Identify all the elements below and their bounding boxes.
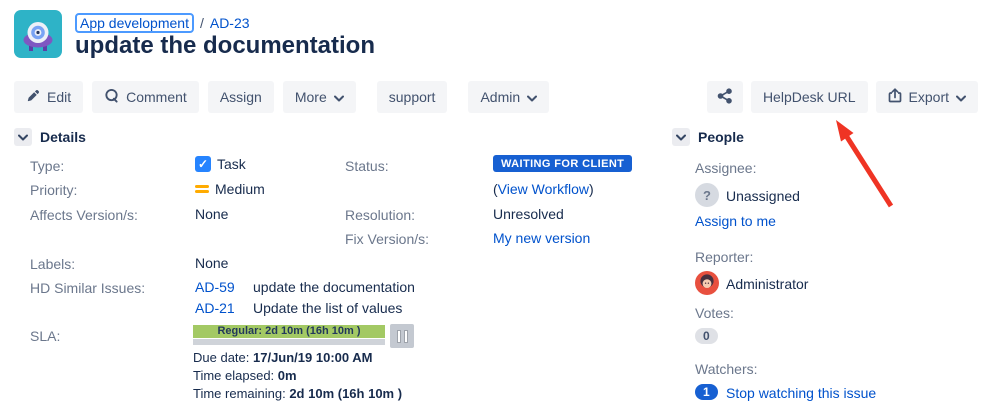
priority-value: Medium [195, 181, 265, 197]
reporter-avatar [695, 271, 719, 300]
export-button[interactable]: Export [876, 81, 978, 113]
priority-label: Priority: [30, 182, 77, 198]
comment-button-label: Comment [126, 89, 187, 105]
priority-value-text: Medium [215, 181, 265, 197]
due-date-value: 17/Jun/19 10:00 AM [253, 350, 372, 365]
collapse-people-button[interactable] [672, 128, 690, 146]
details-section-title: Details [40, 129, 86, 145]
reporter-value: Administrator [726, 276, 808, 292]
view-workflow: (View Workflow) [493, 181, 594, 197]
task-type-icon: ✓ [195, 156, 211, 172]
type-value: ✓ Task [195, 156, 246, 172]
breadcrumb-project-link[interactable]: App development [75, 13, 194, 33]
admin-button-label: Admin [480, 89, 520, 105]
helpdesk-url-button-label: HelpDesk URL [763, 89, 856, 105]
chevron-down-icon [676, 128, 686, 146]
breadcrumb: App development / AD-23 [75, 13, 250, 33]
resolution-label: Resolution: [345, 207, 415, 223]
similar-issue-key-link[interactable]: AD-21 [195, 300, 235, 316]
helpdesk-url-button[interactable]: HelpDesk URL [751, 81, 868, 113]
time-remaining-value: 2d 10m (16h 10m ) [289, 386, 402, 401]
watchers-count-badge[interactable]: 1 [695, 384, 718, 400]
collapse-details-button[interactable] [14, 128, 32, 146]
export-icon [888, 88, 902, 106]
sla-progress-bar: Regular: 2d 10m (16h 10m ) [193, 325, 385, 338]
edit-button[interactable]: Edit [14, 81, 83, 113]
unassigned-avatar-icon: ? [695, 183, 719, 207]
priority-medium-icon [195, 184, 209, 194]
project-avatar-icon [14, 10, 62, 58]
status-badge: WAITING FOR CLIENT [493, 155, 632, 172]
watchers-label: Watchers: [695, 361, 758, 377]
affects-version-value: None [195, 206, 228, 222]
resolution-value: Unresolved [493, 206, 564, 222]
toolbar-right: HelpDesk URL Export [707, 81, 978, 113]
labels-value: None [195, 255, 228, 271]
stop-watching-link[interactable]: Stop watching this issue [726, 385, 876, 401]
comment-button[interactable]: Comment [92, 81, 199, 113]
pencil-icon [26, 89, 40, 106]
time-elapsed-value: 0m [278, 368, 297, 383]
admin-button[interactable]: Admin [468, 81, 549, 113]
share-button[interactable] [707, 81, 743, 113]
view-workflow-link[interactable]: View Workflow [498, 181, 589, 197]
more-button-label: More [295, 89, 327, 105]
export-button-label: Export [909, 89, 949, 105]
reporter-label: Reporter: [695, 249, 753, 265]
similar-issue-summary: Update the list of values [253, 300, 402, 316]
labels-label: Labels: [30, 256, 75, 272]
assign-to-me-link[interactable]: Assign to me [695, 213, 776, 229]
type-value-text: Task [217, 156, 246, 172]
issue-view-page: App development / AD-23 update the docum… [0, 0, 994, 401]
due-date-row: Due date: 17/Jun/19 10:00 AM [193, 350, 372, 365]
chevron-down-icon [334, 89, 344, 105]
fix-version-link[interactable]: My new version [493, 230, 590, 246]
sla-progress-track [193, 339, 385, 345]
breadcrumb-issue-link[interactable]: AD-23 [210, 15, 250, 31]
edit-button-label: Edit [47, 89, 71, 105]
hd-similar-issues-label: HD Similar Issues: [30, 280, 145, 296]
assignee-value: Unassigned [726, 188, 800, 204]
type-label: Type: [30, 158, 64, 174]
votes-label: Votes: [695, 305, 734, 321]
people-section-title: People [698, 129, 744, 145]
page-title: update the documentation [75, 32, 375, 60]
assign-button-label: Assign [220, 89, 262, 105]
time-elapsed-row: Time elapsed: 0m [193, 368, 297, 383]
details-section-header: Details [14, 128, 86, 146]
votes-count-badge[interactable]: 0 [695, 328, 718, 344]
assign-button[interactable]: Assign [208, 81, 274, 113]
similar-issue-summary: update the documentation [253, 279, 415, 295]
more-button[interactable]: More [283, 81, 356, 113]
support-button[interactable]: support [377, 81, 448, 113]
comment-bubble-icon [104, 88, 119, 106]
sla-widget: Regular: 2d 10m (16h 10m ) [193, 325, 385, 345]
annotation-arrow-icon [0, 0, 994, 401]
chevron-down-icon [18, 128, 28, 146]
fix-version-label: Fix Version/s: [345, 231, 429, 247]
people-section-header: People [672, 128, 744, 146]
share-icon [717, 88, 733, 107]
similar-issue-key-link[interactable]: AD-59 [195, 279, 235, 295]
support-button-label: support [389, 89, 436, 105]
time-remaining-row: Time remaining: 2d 10m (16h 10m ) [193, 386, 402, 401]
affects-version-label: Affects Version/s: [30, 207, 138, 223]
chevron-down-icon [527, 89, 537, 105]
breadcrumb-separator: / [200, 15, 204, 31]
time-elapsed-label: Time elapsed: [193, 368, 278, 383]
workflow-paren-close: ) [589, 181, 594, 197]
time-remaining-label: Time remaining: [193, 386, 289, 401]
sla-label: SLA: [30, 328, 60, 344]
due-date-label: Due date: [193, 350, 253, 365]
sla-pause-icon[interactable] [390, 324, 414, 348]
status-label: Status: [345, 158, 389, 174]
toolbar: Edit Comment Assign More support Admin [14, 81, 549, 113]
chevron-down-icon [956, 89, 966, 105]
assignee-label: Assignee: [695, 160, 756, 176]
